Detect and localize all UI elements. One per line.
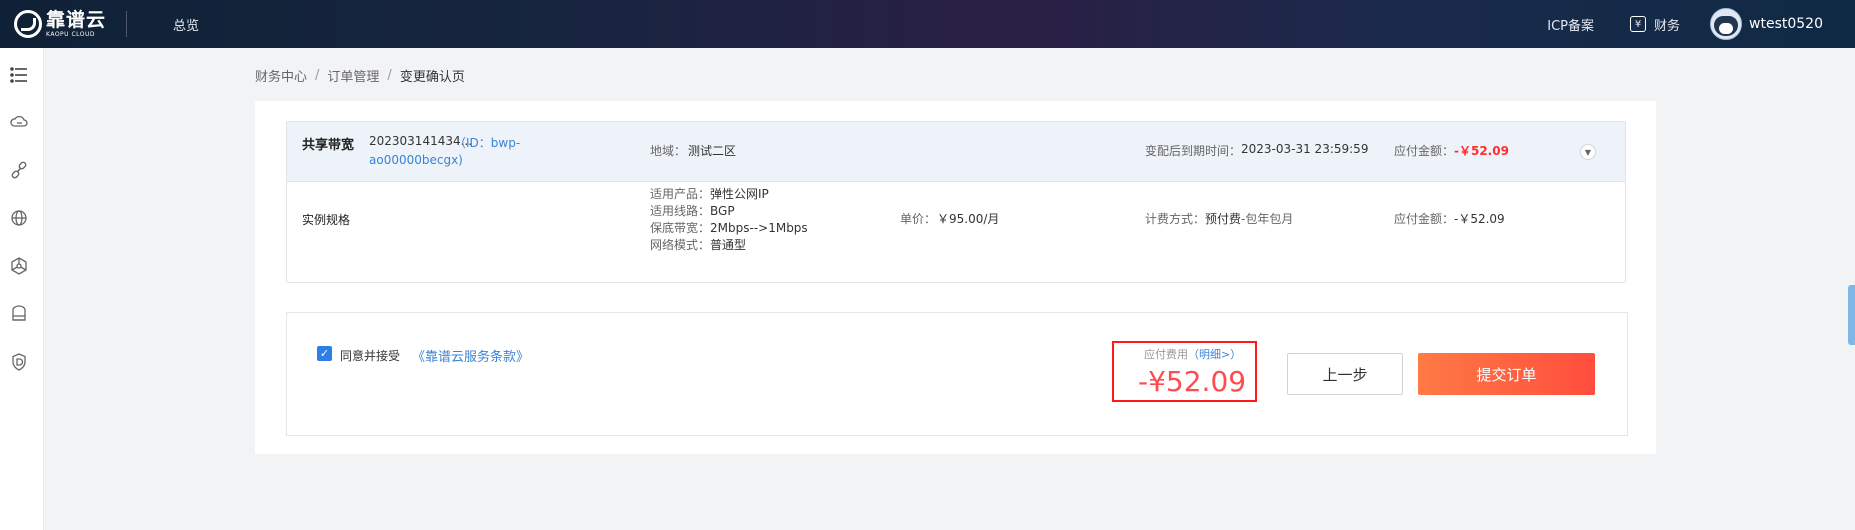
breadcrumb-current: 变更确认页 xyxy=(399,70,465,85)
unit-price-label: 单价： xyxy=(900,212,937,226)
fee-detail-link[interactable]: （明细>） xyxy=(1188,348,1241,361)
user-menu[interactable]: wtest0520 xyxy=(1710,8,1823,40)
spec-line: 网络模式：普通型 xyxy=(650,236,746,253)
cloud-icon[interactable] xyxy=(8,111,30,133)
side-feedback-tab[interactable] xyxy=(1848,285,1855,345)
spec-label: 网络模式： xyxy=(650,238,711,252)
shield-icon[interactable] xyxy=(8,351,30,373)
yen-icon: ¥ xyxy=(1630,16,1647,32)
breadcrumb-finance-center[interactable]: 财务中心 xyxy=(255,66,307,85)
unit-price-value: ￥95.00/月 xyxy=(937,212,1000,226)
top-navigation-bar: 靠谱云 KAOPU CLOUD 总览 ICP备案 ¥ 财务 wtest0520 xyxy=(0,0,1855,48)
expire-label: 变配后到期时间： xyxy=(1145,144,1242,158)
chevron-down-icon[interactable]: ▼ xyxy=(1580,144,1596,160)
spec-value: 2Mbps-->1Mbps xyxy=(710,221,808,235)
billing-value: 预付费 xyxy=(1205,212,1242,226)
region-value: 测试二区 xyxy=(688,144,737,158)
fee-label: 应付费用 xyxy=(1144,348,1188,361)
instance-id-line2[interactable]: ao00000becgx) xyxy=(369,153,463,167)
breadcrumb: 财务中心 / 订单管理 / 变更确认页 xyxy=(255,66,465,85)
header-divider xyxy=(126,11,127,37)
globe-icon[interactable] xyxy=(8,207,30,229)
order-detail-card: 共享带宽 202303141434... （ID：bwp- ao00000bec… xyxy=(286,121,1626,283)
spec-value: 弹性公网IP xyxy=(710,187,769,201)
instance-id-line1[interactable]: （ID：bwp- xyxy=(454,134,520,151)
region-label: 地域： xyxy=(650,144,687,158)
fee-summary: 应付费用（明细>） -¥52.09 xyxy=(1112,341,1257,402)
spec-label: 保底带宽： xyxy=(650,221,711,235)
spec-amount-label: 应付金额： xyxy=(1394,212,1455,226)
logo-text: 靠谱云 xyxy=(46,8,107,31)
billing-suffix: -包年包月 xyxy=(1241,212,1294,226)
spec-line: 适用线路：BGP xyxy=(650,202,735,219)
expire-value: 2023-03-31 23:59:59 xyxy=(1241,142,1369,156)
network-icon[interactable] xyxy=(8,255,30,277)
amount-label: 应付金额： xyxy=(1394,144,1455,158)
link-icon[interactable] xyxy=(8,159,30,181)
logo-subtext: KAOPU CLOUD xyxy=(46,30,96,38)
spec-value: BGP xyxy=(710,204,735,218)
spec-value: 普通型 xyxy=(710,238,747,252)
storage-icon[interactable] xyxy=(8,303,30,325)
order-header: 共享带宽 202303141434... （ID：bwp- ao00000bec… xyxy=(287,122,1625,182)
agree-checkbox[interactable]: ✓ xyxy=(317,346,332,361)
terms-link[interactable]: 《靠谱云服务条款》 xyxy=(412,346,529,365)
nav-overview-link[interactable]: 总览 xyxy=(173,15,199,34)
billing-label: 计费方式： xyxy=(1145,212,1206,226)
spec-line: 适用产品：弹性公网IP xyxy=(650,185,769,202)
spec-title: 实例规格 xyxy=(302,213,351,227)
spec-label: 适用产品： xyxy=(650,187,711,201)
nav-finance-link[interactable]: ¥ 财务 xyxy=(1630,15,1680,34)
amount-value: -￥52.09 xyxy=(1454,144,1509,158)
nav-finance-label: 财务 xyxy=(1654,18,1681,34)
content-panel: 共享带宽 202303141434... （ID：bwp- ao00000bec… xyxy=(255,101,1656,454)
spec-amount-value: -￥52.09 xyxy=(1454,212,1505,226)
breadcrumb-separator: / xyxy=(387,68,392,83)
agree-label: 同意并接受 xyxy=(340,349,401,363)
previous-step-button[interactable]: 上一步 xyxy=(1287,353,1403,395)
logo-icon xyxy=(14,10,42,38)
checkmark-icon: ✓ xyxy=(319,347,330,360)
submit-card: ✓ 同意并接受 《靠谱云服务条款》 应付费用（明细>） -¥52.09 上一步 … xyxy=(286,312,1628,436)
menu-icon[interactable] xyxy=(8,64,30,86)
nav-icp-link[interactable]: ICP备案 xyxy=(1547,15,1594,34)
spec-line: 保底带宽：2Mbps-->1Mbps xyxy=(650,219,808,236)
submit-order-button[interactable]: 提交订单 xyxy=(1418,353,1595,395)
logo[interactable]: 靠谱云 KAOPU CLOUD xyxy=(0,0,124,48)
sidebar xyxy=(0,48,44,530)
avatar xyxy=(1710,8,1743,40)
spec-label: 适用线路： xyxy=(650,204,711,218)
breadcrumb-order-management[interactable]: 订单管理 xyxy=(327,66,379,85)
breadcrumb-separator: / xyxy=(315,68,320,83)
fee-amount: -¥52.09 xyxy=(1138,365,1247,398)
username: wtest0520 xyxy=(1749,16,1823,32)
product-name: 共享带宽 xyxy=(302,138,355,153)
